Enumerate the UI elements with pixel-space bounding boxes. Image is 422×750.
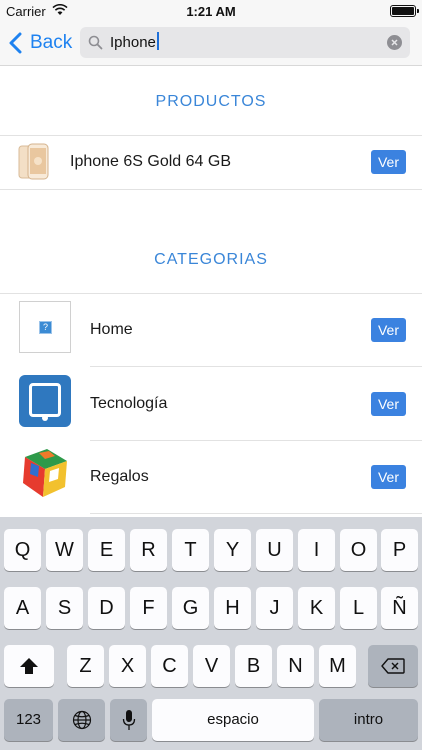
key-v[interactable]: V bbox=[193, 645, 230, 687]
numbers-key[interactable]: 123 bbox=[4, 699, 53, 741]
key-j[interactable]: J bbox=[256, 587, 293, 629]
row-divider bbox=[90, 513, 422, 514]
keyboard: Q W E R T Y U I O P A S D F G H J K L Ñ … bbox=[0, 517, 422, 750]
key-g[interactable]: G bbox=[172, 587, 209, 629]
space-key[interactable]: espacio bbox=[152, 699, 314, 741]
key-w[interactable]: W bbox=[46, 529, 83, 571]
key-i[interactable]: I bbox=[298, 529, 335, 571]
search-input[interactable]: Iphone bbox=[110, 32, 159, 51]
category-name-regalos[interactable]: Regalos bbox=[90, 468, 149, 486]
text-caret bbox=[156, 32, 159, 50]
key-m[interactable]: M bbox=[319, 645, 356, 687]
key-z[interactable]: Z bbox=[67, 645, 104, 687]
tecnologia-category-thumbnail bbox=[19, 375, 71, 427]
regalos-category-thumbnail bbox=[23, 449, 67, 497]
key-q[interactable]: Q bbox=[4, 529, 41, 571]
key-y[interactable]: Y bbox=[214, 529, 251, 571]
status-bar: Carrier 1:21 AM bbox=[0, 0, 422, 22]
divider bbox=[0, 189, 422, 190]
microphone-icon bbox=[122, 710, 135, 730]
key-d[interactable]: D bbox=[88, 587, 125, 629]
return-key[interactable]: intro bbox=[319, 699, 418, 741]
divider bbox=[0, 135, 422, 136]
search-icon bbox=[88, 35, 103, 50]
key-u[interactable]: U bbox=[256, 529, 293, 571]
key-o[interactable]: O bbox=[340, 529, 377, 571]
productos-header: PRODUCTOS bbox=[155, 93, 267, 110]
status-time: 1:21 AM bbox=[186, 4, 236, 19]
key-r[interactable]: R bbox=[130, 529, 167, 571]
globe-key[interactable] bbox=[58, 699, 105, 741]
key-x[interactable]: X bbox=[109, 645, 146, 687]
key-b[interactable]: B bbox=[235, 645, 272, 687]
battery-icon bbox=[390, 5, 419, 17]
key-h[interactable]: H bbox=[214, 587, 251, 629]
key-l[interactable]: L bbox=[340, 587, 377, 629]
globe-icon bbox=[72, 710, 91, 730]
clear-icon bbox=[391, 39, 398, 46]
placeholder-image-icon: ? bbox=[39, 321, 52, 334]
ver-tecnologia-button[interactable]: Ver bbox=[371, 392, 406, 416]
key-enye[interactable]: Ñ bbox=[381, 587, 418, 629]
ver-home-button[interactable]: Ver bbox=[371, 318, 406, 342]
key-p[interactable]: P bbox=[381, 529, 418, 571]
back-chevron-icon bbox=[9, 32, 22, 54]
key-c[interactable]: C bbox=[151, 645, 188, 687]
ver-product-button[interactable]: Ver bbox=[371, 150, 406, 174]
dictation-key[interactable] bbox=[110, 699, 147, 741]
product-name[interactable]: Iphone 6S Gold 64 GB bbox=[70, 153, 231, 171]
delete-key[interactable] bbox=[368, 645, 418, 687]
search-bar[interactable]: Iphone bbox=[80, 27, 410, 58]
back-label: Back bbox=[30, 32, 73, 53]
shift-key[interactable] bbox=[4, 645, 54, 687]
key-a[interactable]: A bbox=[4, 587, 41, 629]
clear-search-button[interactable] bbox=[387, 35, 402, 50]
key-t[interactable]: T bbox=[172, 529, 209, 571]
categorias-header: CATEGORIAS bbox=[154, 251, 268, 268]
key-f[interactable]: F bbox=[130, 587, 167, 629]
category-name-home[interactable]: Home bbox=[90, 321, 133, 339]
tablet-icon bbox=[29, 383, 61, 417]
divider bbox=[0, 293, 422, 294]
back-button[interactable]: Back bbox=[8, 28, 72, 58]
key-n[interactable]: N bbox=[277, 645, 314, 687]
home-category-thumbnail: ? bbox=[19, 301, 71, 353]
product-thumbnail bbox=[18, 143, 49, 180]
key-s[interactable]: S bbox=[46, 587, 83, 629]
row-divider bbox=[90, 440, 422, 441]
shift-icon bbox=[20, 658, 38, 674]
key-k[interactable]: K bbox=[298, 587, 335, 629]
search-input-value: Iphone bbox=[110, 34, 156, 51]
nav-bar: Back Iphone bbox=[0, 22, 422, 66]
category-name-tecnologia[interactable]: Tecnología bbox=[90, 395, 167, 413]
tablet-button-dot bbox=[42, 415, 48, 421]
row-divider bbox=[90, 366, 422, 367]
delete-icon bbox=[381, 658, 405, 674]
key-e[interactable]: E bbox=[88, 529, 125, 571]
ver-regalos-button[interactable]: Ver bbox=[371, 465, 406, 489]
